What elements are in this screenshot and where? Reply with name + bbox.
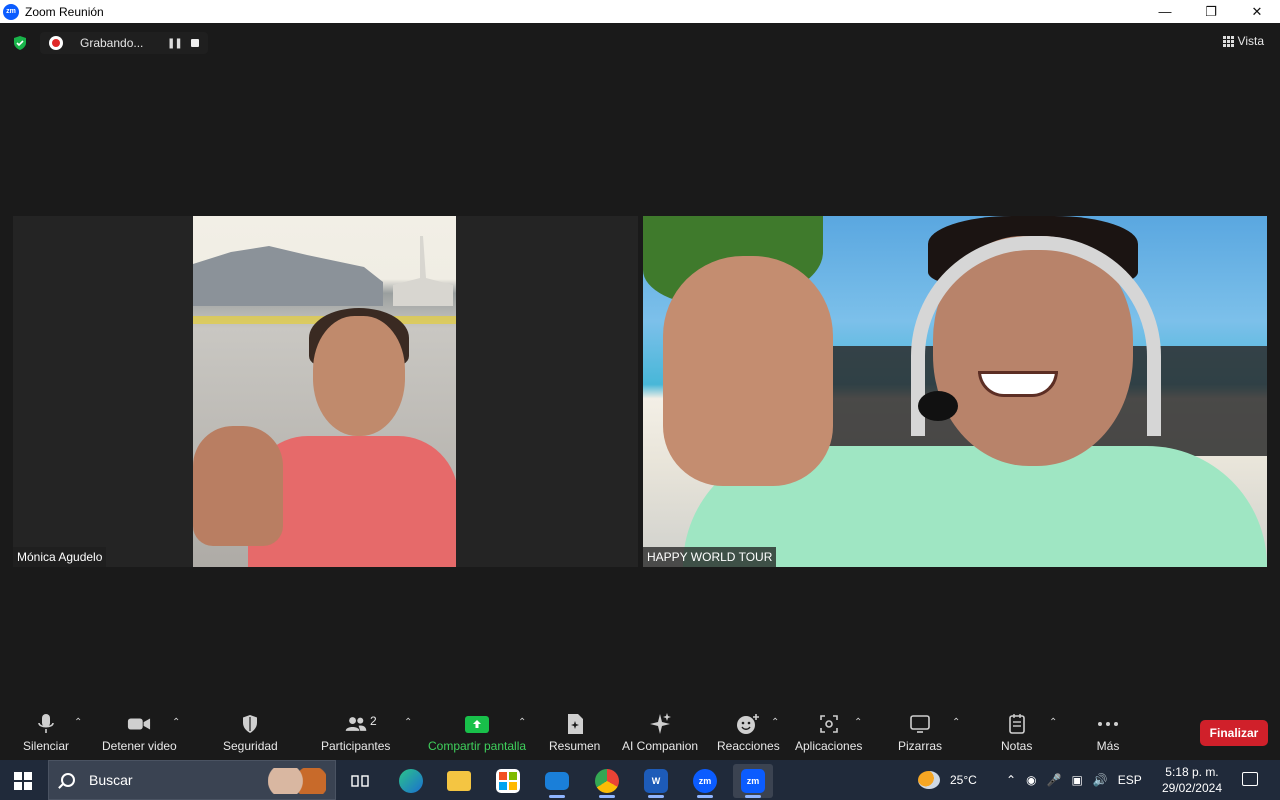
mail-icon[interactable] [537,764,577,798]
notes-options-caret-icon[interactable]: ⌃ [1049,717,1057,728]
stop-recording-icon[interactable] [191,39,199,47]
meeting-topbar: Grabando... ❚❚ Vista [0,23,1280,63]
more-dots-icon [1096,713,1120,735]
minimize-button[interactable]: — [1142,0,1188,23]
microphone-icon [34,713,58,735]
network-icon[interactable]: ▣ [1072,773,1083,787]
reactions-label: Reacciones [717,739,780,753]
summary-button[interactable]: Resumen [549,713,600,753]
participants-icon [344,713,368,735]
pause-recording-icon[interactable]: ❚❚ [167,38,183,49]
window-title: Zoom Reunión [25,4,104,19]
participants-options-caret-icon[interactable]: ⌃ [404,717,412,728]
more-label: Más [1096,739,1120,753]
recording-indicator: Grabando... ❚❚ [40,32,208,54]
recording-dot-icon [49,36,63,50]
weather-sun-cloud-icon [918,771,940,789]
more-button[interactable]: Más [1096,713,1120,753]
zoom-app-icon: zm [3,3,19,20]
participant-name-tag: Mónica Agudelo [13,547,107,567]
microsoft-store-icon[interactable] [488,764,528,798]
participants-label: Participantes [321,739,391,753]
edge-browser-icon[interactable] [391,764,431,798]
microphone-tray-icon[interactable]: 🎤 [1047,773,1062,787]
mute-button[interactable]: Silenciar [23,713,69,753]
ai-companion-label: AI Companion [622,739,699,753]
view-button[interactable]: Vista [1222,34,1264,48]
apps-button[interactable]: Aplicaciones [795,713,862,753]
language-indicator[interactable]: ESP [1118,773,1142,787]
task-view-icon[interactable] [340,764,380,798]
notes-button[interactable]: Notas [1001,713,1032,753]
taskbar-clock[interactable]: 5:18 p. m. 29/02/2024 [1162,764,1222,796]
apps-label: Aplicaciones [795,739,863,753]
stop-video-label: Detener video [102,739,177,753]
ai-companion-button[interactable]: AI Companion [622,713,698,753]
whiteboards-options-caret-icon[interactable]: ⌃ [952,717,960,728]
whiteboards-button[interactable]: Pizarras [898,713,942,753]
clock-date: 29/02/2024 [1161,781,1222,795]
zoom-meeting-icon[interactable]: zm [733,764,773,798]
window-titlebar: zm Zoom Reunión — ❐ ✕ [0,0,1280,23]
video-camera-icon [127,713,151,735]
share-screen-label: Compartir pantalla [428,739,527,753]
notifications-icon[interactable] [1242,772,1258,786]
search-highlight-squirrel-icon[interactable] [268,768,326,794]
audio-options-caret-icon[interactable]: ⌃ [74,717,82,728]
restore-button[interactable]: ❐ [1188,0,1234,23]
weather-temperature: 25°C [950,773,977,787]
participants-button[interactable]: Participantes [321,713,390,753]
system-tray: ⌃ ◉ 🎤 ▣ 🔊 ESP [1006,760,1142,800]
share-options-caret-icon[interactable]: ⌃ [518,717,526,728]
security-shield-icon[interactable] [12,35,28,51]
share-screen-icon [465,713,490,735]
participant-video-1 [193,216,456,567]
video-options-caret-icon[interactable]: ⌃ [172,717,180,728]
video-tile-participant-2[interactable]: HAPPY WORLD TOUR [643,216,1267,567]
share-screen-button[interactable]: Compartir pantalla [428,713,526,753]
end-meeting-button[interactable]: Finalizar [1200,720,1268,746]
chrome-icon[interactable] [587,764,627,798]
weather-widget[interactable]: 25°C [918,760,977,800]
notes-icon [1005,713,1029,735]
participant-name-tag: HAPPY WORLD TOUR [643,547,777,567]
video-tile-participant-1[interactable]: Mónica Agudelo [13,216,638,567]
whiteboards-label: Pizarras [898,739,943,753]
mute-label: Silenciar [23,739,70,753]
stop-video-button[interactable]: Detener video [102,713,177,753]
search-placeholder: Buscar [89,772,133,788]
grid-view-icon [1222,35,1234,47]
zoom-icon[interactable]: zm [685,764,725,798]
word-icon[interactable]: W [636,764,676,798]
sparkle-icon [648,713,672,735]
participants-count: 2 [370,714,377,728]
file-explorer-icon[interactable] [439,764,479,798]
summary-label: Resumen [549,739,601,753]
shield-icon [238,713,262,735]
whiteboard-icon [908,713,932,735]
view-label: Vista [1237,34,1264,48]
windows-start-icon[interactable] [14,772,32,790]
participant-video-2 [643,216,1267,567]
apps-icon [817,713,841,735]
smiley-icon [736,713,760,735]
close-button[interactable]: ✕ [1234,0,1280,23]
show-hidden-icons-chevron-icon[interactable]: ⌃ [1006,773,1016,787]
windows-taskbar: Buscar W zm zm 25°C ⌃ ◉ 🎤 ▣ 🔊 ESP 5:18 p… [0,760,1280,800]
security-label: Seguridad [223,739,278,753]
clock-time: 5:18 p. m. [1165,765,1219,779]
security-button[interactable]: Seguridad [223,713,278,753]
apps-options-caret-icon[interactable]: ⌃ [854,717,862,728]
reactions-options-caret-icon[interactable]: ⌃ [771,717,779,728]
volume-icon[interactable]: 🔊 [1093,773,1108,787]
notes-label: Notas [1001,739,1033,753]
camera-tray-icon[interactable]: ◉ [1026,773,1036,787]
search-icon [61,773,75,787]
meeting-toolbar: Silenciar ⌃ Detener video ⌃ Seguridad Pa… [0,705,1280,760]
recording-label: Grabando... [80,36,144,50]
summary-document-icon [563,713,587,735]
